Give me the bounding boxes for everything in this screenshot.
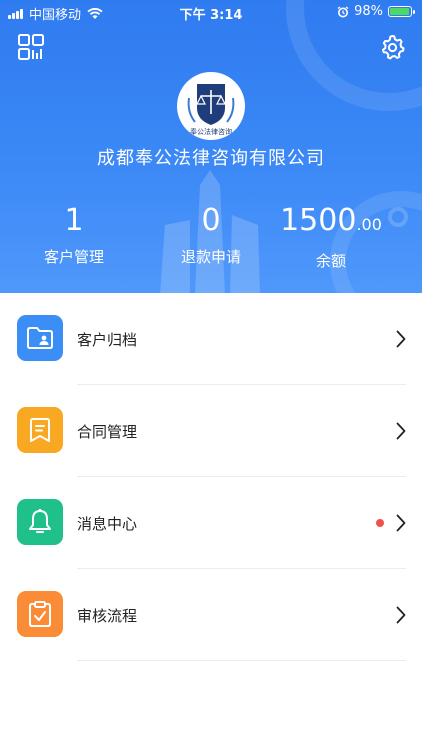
menu-item-customer-archive[interactable]: 客户归档 xyxy=(0,293,422,385)
status-bar: 中国移动 下午 3:14 98% xyxy=(0,0,422,24)
menu-item-label: 审核流程 xyxy=(77,607,138,625)
menu-item-contract-management[interactable]: 合同管理 xyxy=(0,385,422,477)
folder-user-icon xyxy=(17,315,63,361)
stat-label: 客户管理 xyxy=(43,248,104,266)
chevron-right-icon xyxy=(396,422,406,440)
gear-icon[interactable] xyxy=(378,33,406,61)
menu-item-label: 合同管理 xyxy=(77,423,138,441)
menu-item-message-center[interactable]: 消息中心 xyxy=(0,477,422,569)
header-banner: 中国移动 下午 3:14 98% 奉公法律咨询 成都奉公法律咨询有限公司 1 客… xyxy=(0,0,422,293)
battery-icon xyxy=(388,6,415,17)
chevron-right-icon xyxy=(396,606,406,624)
alarm-icon xyxy=(337,5,349,17)
bell-icon xyxy=(17,499,63,545)
menu-item-review-process[interactable]: 审核流程 xyxy=(0,569,422,661)
stat-refunds[interactable]: 0 退款申请 xyxy=(141,202,281,267)
balance-decimals: .00 xyxy=(356,215,382,234)
clipboard-check-icon xyxy=(17,591,63,637)
unread-dot xyxy=(376,519,384,527)
battery-percent: 98% xyxy=(354,4,383,19)
company-logo: 奉公法律咨询 xyxy=(177,72,245,140)
stat-balance[interactable]: 1500.00 余额 xyxy=(261,202,401,271)
balance-integer: 1500 xyxy=(280,203,357,238)
menu-list: 客户归档 合同管理 消息中心 审核流程 xyxy=(0,293,422,661)
divider xyxy=(77,660,406,661)
stat-value: 1500.00 xyxy=(261,202,401,244)
company-name: 成都奉公法律咨询有限公司 xyxy=(97,148,325,169)
chevron-right-icon xyxy=(396,330,406,348)
scan-icon[interactable] xyxy=(17,33,45,61)
stat-label: 退款申请 xyxy=(180,248,241,266)
stat-value: 1 xyxy=(64,203,84,238)
stat-label: 余额 xyxy=(315,252,346,270)
svg-text:奉公法律咨询: 奉公法律咨询 xyxy=(190,127,232,136)
bookmark-doc-icon xyxy=(17,407,63,453)
stat-customers[interactable]: 1 客户管理 xyxy=(4,202,144,267)
menu-item-label: 消息中心 xyxy=(77,515,138,533)
menu-item-label: 客户归档 xyxy=(77,331,138,349)
chevron-right-icon xyxy=(396,514,406,532)
stat-value: 0 xyxy=(201,203,221,238)
